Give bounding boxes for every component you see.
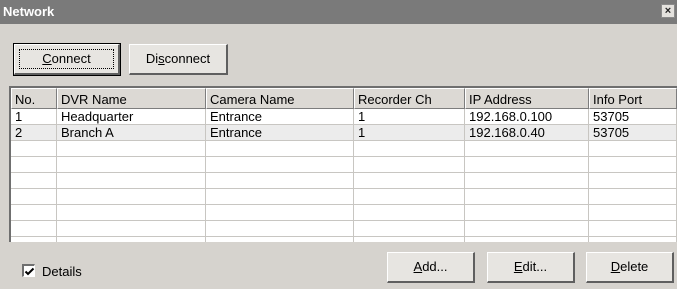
- empty-row: [11, 189, 677, 205]
- table-row[interactable]: 2 Branch A Entrance 1 192.168.0.40 53705: [11, 125, 677, 141]
- delete-button-label: Delete: [610, 259, 649, 274]
- column-header-info-port[interactable]: Info Port: [589, 88, 677, 109]
- empty-row: [11, 221, 677, 237]
- column-header-ip-address[interactable]: IP Address: [465, 88, 589, 109]
- check-icon: [24, 267, 35, 276]
- table-header: No. DVR Name Camera Name Recorder Ch IP …: [11, 88, 677, 109]
- cell-dvr-name: Headquarter: [57, 109, 206, 125]
- dvr-list-table[interactable]: No. DVR Name Camera Name Recorder Ch IP …: [9, 86, 677, 242]
- cell-recorder-ch: 1: [354, 109, 465, 125]
- cell-camera-name: Entrance: [206, 125, 354, 141]
- focus-rect: [19, 49, 114, 69]
- connect-button[interactable]: Connect: [13, 43, 121, 76]
- close-icon[interactable]: ×: [661, 4, 675, 18]
- window-title: Network: [3, 4, 55, 19]
- cell-ip-address: 192.168.0.40: [465, 125, 589, 141]
- empty-row: [11, 237, 677, 242]
- cell-ip-address: 192.168.0.100: [465, 109, 589, 125]
- disconnect-button-label: Disconnect: [145, 51, 211, 66]
- cell-dvr-name: Branch A: [57, 125, 206, 141]
- empty-row: [11, 141, 677, 157]
- add-button[interactable]: Add...: [387, 252, 475, 283]
- column-header-camera-name[interactable]: Camera Name: [206, 88, 354, 109]
- empty-row: [11, 205, 677, 221]
- window-title-bar: Network ×: [0, 0, 677, 24]
- edit-button-label: Edit...: [513, 259, 548, 274]
- cell-no: 2: [11, 125, 57, 141]
- table-row[interactable]: 1 Headquarter Entrance 1 192.168.0.100 5…: [11, 109, 677, 125]
- add-button-label: Add...: [413, 259, 448, 274]
- delete-button[interactable]: Delete: [586, 252, 674, 283]
- edit-button[interactable]: Edit...: [487, 252, 575, 283]
- empty-row: [11, 157, 677, 173]
- cell-no: 1: [11, 109, 57, 125]
- cell-info-port: 53705: [589, 125, 677, 141]
- cell-camera-name: Entrance: [206, 109, 354, 125]
- empty-row: [11, 173, 677, 189]
- disconnect-button[interactable]: Disconnect: [129, 44, 228, 75]
- column-header-no[interactable]: No.: [11, 88, 57, 109]
- column-header-recorder-ch[interactable]: Recorder Ch: [354, 88, 465, 109]
- cell-recorder-ch: 1: [354, 125, 465, 141]
- details-checkbox[interactable]: [22, 264, 35, 277]
- cell-info-port: 53705: [589, 109, 677, 125]
- column-header-dvr-name[interactable]: DVR Name: [57, 88, 206, 109]
- details-label: Details: [42, 264, 82, 279]
